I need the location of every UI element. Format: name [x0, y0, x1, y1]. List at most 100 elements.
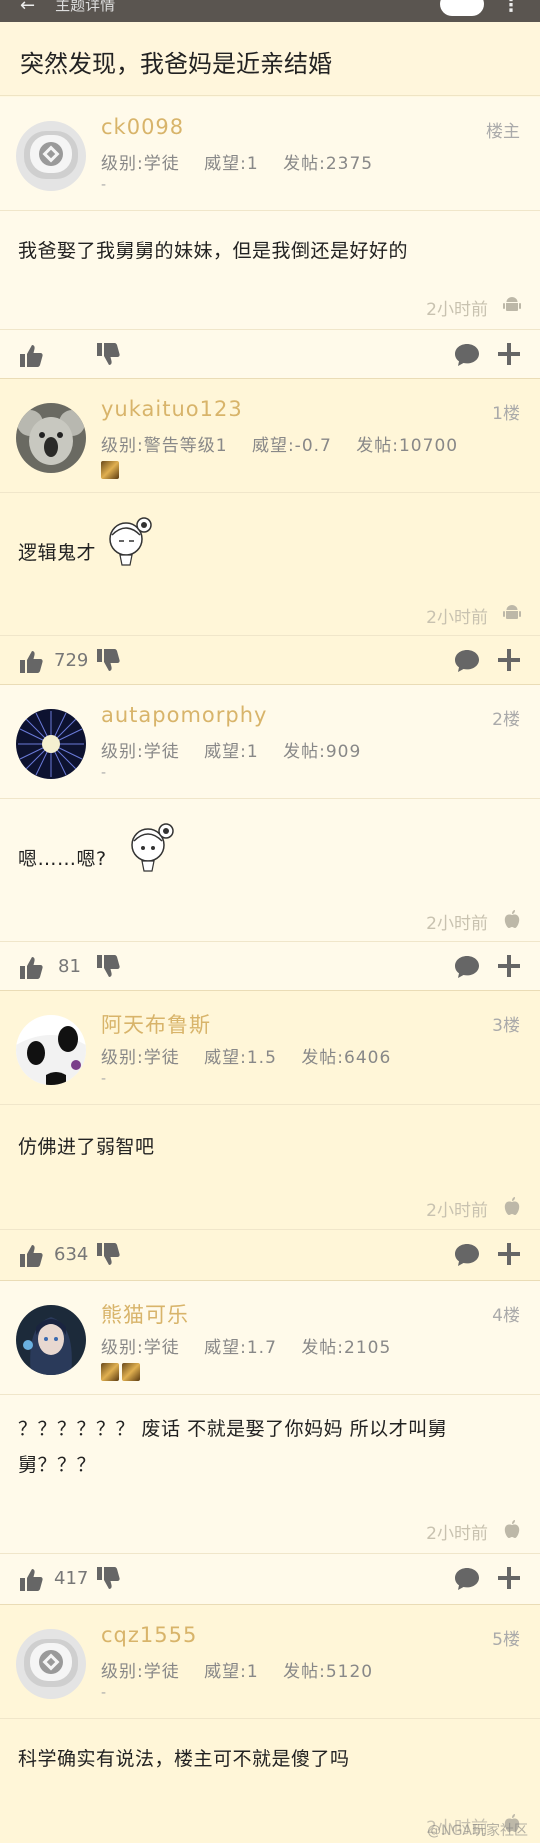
user-meta: 级别:学徒 威望:1.7 发帖:2105: [101, 1333, 409, 1358]
user-level: 级别:学徒: [101, 1048, 180, 1068]
post-header: cqz1555 级别:学徒 威望:1 发帖:5120 - 5楼: [0, 1605, 540, 1719]
thumbs-up-icon[interactable]: [18, 1243, 44, 1269]
user-signature: -: [101, 1685, 107, 1701]
apple-icon: [504, 1197, 520, 1215]
post-time: 2小时前: [426, 914, 488, 934]
user-badges: [101, 1363, 140, 1381]
post-header: yukaituo123 级别:警告等级1 威望:-0.7 发帖:10700 1楼: [0, 379, 540, 493]
apple-icon: [504, 1520, 520, 1538]
comment-icon[interactable]: [454, 343, 480, 367]
user-level: 级别:学徒: [101, 1662, 180, 1682]
username[interactable]: cqz1555: [101, 1623, 197, 1647]
floor-number: 3楼: [492, 1016, 520, 1036]
user-prestige: 威望:1: [204, 742, 259, 762]
user-meta: 级别:学徒 威望:1 发帖:2375: [101, 149, 391, 174]
plus-icon[interactable]: [497, 1566, 521, 1590]
username[interactable]: ck0098: [101, 115, 184, 139]
post-item: 阿天布鲁斯 级别:学徒 威望:1.5 发帖:6406 - 3楼 仿佛进了弱智吧 …: [0, 991, 540, 1281]
floor-number: 5楼: [492, 1630, 520, 1650]
thumbs-down-icon[interactable]: [95, 1565, 121, 1591]
user-badges: [101, 461, 119, 479]
user-level: 级别:学徒: [101, 154, 180, 174]
avatar[interactable]: [16, 1629, 86, 1699]
post-header: 熊猫可乐 级别:学徒 威望:1.7 发帖:2105 4楼: [0, 1281, 540, 1395]
username[interactable]: autapomorphy: [101, 703, 267, 727]
like-count: 417: [54, 1568, 89, 1589]
user-post-count: 发帖:10700: [356, 436, 459, 456]
floor-number: 楼主: [486, 122, 520, 142]
comment-icon[interactable]: [454, 955, 480, 979]
user-meta: 级别:学徒 威望:1.5 发帖:6406: [101, 1043, 409, 1068]
user-signature: -: [101, 765, 107, 781]
post-item: cqz1555 级别:学徒 威望:1 发帖:5120 - 5楼 科学确实有说法，…: [0, 1605, 540, 1843]
badge-icon: [122, 1363, 140, 1381]
user-post-count: 发帖:6406: [301, 1048, 392, 1068]
thumbs-down-icon[interactable]: [95, 647, 121, 673]
post-header: 阿天布鲁斯 级别:学徒 威望:1.5 发帖:6406 - 3楼: [0, 991, 540, 1105]
post-time: 2小时前: [426, 300, 488, 320]
starburst-avatar-icon: [16, 709, 86, 779]
thread-title: 突然发现，我爸妈是近亲结婚: [0, 22, 540, 96]
comment-icon[interactable]: [454, 1243, 480, 1267]
avatar[interactable]: [16, 1015, 86, 1085]
post-content: 我爸娶了我舅舅的妹妹，但是我倒还是好好的: [18, 240, 409, 262]
thumbs-up-icon[interactable]: [18, 1567, 44, 1593]
user-meta: 级别:学徒 威望:1 发帖:5120: [101, 1657, 391, 1682]
user-prestige: 威望:1: [204, 154, 259, 174]
thumbs-up-icon[interactable]: [18, 343, 44, 369]
app-top-bar: ← 主题详情 ⋮: [0, 0, 540, 22]
plus-icon[interactable]: [497, 342, 521, 366]
more-menu-icon[interactable]: ⋮: [502, 0, 520, 16]
avatar[interactable]: [16, 403, 86, 473]
post-actions: 729: [0, 635, 540, 687]
default-avatar-icon: [16, 1629, 86, 1699]
panda-avatar-icon: [16, 1015, 86, 1085]
topbar-title: 主题详情: [55, 0, 116, 14]
back-arrow-icon[interactable]: ←: [20, 0, 35, 16]
comment-icon[interactable]: [454, 1567, 480, 1591]
badge-icon: [101, 461, 119, 479]
post-content: 嗯……嗯?: [18, 848, 107, 870]
plus-icon[interactable]: [497, 1242, 521, 1266]
post-item: ck0098 级别:学徒 威望:1 发帖:2375 - 楼主 我爸娶了我舅舅的妹…: [0, 97, 540, 379]
floor-number: 1楼: [492, 404, 520, 424]
post-actions: 417: [0, 1553, 540, 1605]
topbar-pill-button[interactable]: [440, 0, 484, 16]
anime-sticker-icon: [109, 517, 152, 566]
plus-icon[interactable]: [497, 954, 521, 978]
plus-icon[interactable]: [497, 648, 521, 672]
user-signature: -: [101, 1071, 107, 1087]
thumbs-up-icon[interactable]: [18, 955, 44, 981]
post-time: 2小时前: [426, 1201, 488, 1221]
user-post-count: 发帖:909: [283, 742, 362, 762]
avatar[interactable]: [16, 1305, 86, 1375]
thumbs-down-icon[interactable]: [95, 953, 121, 979]
post-actions: [0, 329, 540, 381]
thumbs-down-icon[interactable]: [95, 1241, 121, 1267]
thumbs-up-icon[interactable]: [18, 649, 44, 675]
post-header: ck0098 级别:学徒 威望:1 发帖:2375 - 楼主: [0, 97, 540, 211]
user-prestige: 威望:-0.7: [251, 436, 332, 456]
post-content: ？？？？？？ 废话 不就是娶了你妈妈 所以才叫舅舅？？？: [18, 1418, 448, 1476]
like-count: 729: [54, 650, 89, 671]
user-post-count: 发帖:2105: [301, 1338, 392, 1358]
like-count: 634: [54, 1244, 89, 1265]
user-meta: 级别:学徒 威望:1 发帖:909: [101, 737, 379, 762]
watermark: @NGA玩家社区: [427, 1823, 528, 1839]
username[interactable]: yukaituo123: [101, 397, 243, 421]
avatar[interactable]: [16, 121, 86, 191]
thumbs-down-icon[interactable]: [95, 341, 121, 367]
apple-icon: [504, 910, 520, 928]
user-level: 级别:学徒: [101, 742, 180, 762]
post-content: 逻辑鬼才: [18, 542, 97, 564]
username[interactable]: 阿天布鲁斯: [101, 1009, 211, 1039]
avatar[interactable]: [16, 709, 86, 779]
user-post-count: 发帖:5120: [283, 1662, 374, 1682]
comment-icon[interactable]: [454, 649, 480, 673]
user-prestige: 威望:1: [204, 1662, 259, 1682]
user-signature: -: [101, 177, 107, 193]
user-level: 级别:学徒: [101, 1338, 180, 1358]
floor-number: 4楼: [492, 1306, 520, 1326]
user-post-count: 发帖:2375: [283, 154, 374, 174]
username[interactable]: 熊猫可乐: [101, 1299, 189, 1329]
